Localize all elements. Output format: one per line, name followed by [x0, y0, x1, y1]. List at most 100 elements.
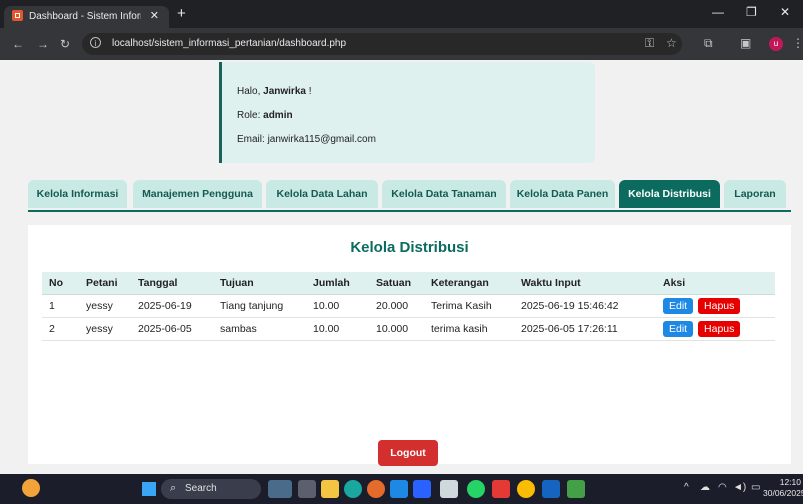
logout-button[interactable]: Logout [378, 440, 438, 466]
password-key-icon[interactable]: ⚿ [645, 36, 654, 51]
bookmark-star-icon[interactable]: ☆ [666, 36, 677, 50]
distribution-table: No Petani Tanggal Tujuan Jumlah Satuan K… [42, 272, 775, 341]
table-cell: terima kasih [424, 317, 514, 341]
table-cell: yessy [79, 317, 131, 341]
table-cell: 2025-06-05 17:26:11 [514, 317, 656, 341]
table-cell: sambas [213, 317, 306, 341]
table-cell: yessy [79, 294, 131, 318]
profile-avatar[interactable]: u [769, 37, 783, 51]
table-cell: Tiang tanjung [213, 294, 306, 318]
action-cell: Edit Hapus [656, 317, 775, 341]
action-cell: Edit Hapus [656, 294, 775, 318]
taskbar-search[interactable]: ⌕ Search [161, 479, 261, 499]
browser-tab-bar: Dashboard - Sistem Informasi Pertanian ✕… [0, 0, 803, 28]
close-window-icon[interactable]: ✕ [780, 5, 790, 19]
chrome-icon[interactable] [517, 480, 535, 498]
user-email: janwirka115@gmail.com [267, 134, 376, 145]
edge-icon[interactable] [344, 480, 362, 498]
table-cell: 2025-06-19 [131, 294, 213, 318]
column-header: Satuan [369, 272, 424, 295]
delete-button[interactable]: Hapus [698, 298, 741, 314]
tab-laporan[interactable]: Laporan [724, 180, 786, 208]
windows-start-icon[interactable] [142, 482, 156, 496]
column-header: Keterangan [424, 272, 514, 295]
file-explorer-icon[interactable] [321, 480, 339, 498]
tab-manajemen-pengguna[interactable]: Manajemen Pengguna [133, 180, 262, 208]
tab-kelola-informasi[interactable]: Kelola Informasi [28, 180, 127, 208]
url-text: localhost/sistem_informasi_pertanian/das… [112, 38, 347, 49]
content-panel: Kelola Distribusi No Petani Tanggal Tuju… [28, 225, 791, 464]
table-cell: 1 [42, 294, 79, 318]
xampp-icon[interactable] [492, 480, 510, 498]
onedrive-icon[interactable]: ☁ [700, 482, 710, 493]
site-favicon-icon [12, 10, 23, 21]
tab-kelola-data-tanaman[interactable]: Kelola Data Tanaman [382, 180, 506, 208]
browser-toolbar: ← → ↻ i localhost/sistem_informasi_perta… [0, 28, 803, 60]
battery-icon[interactable]: ▭ [751, 482, 760, 493]
edit-button[interactable]: Edit [663, 321, 694, 337]
browser-tab[interactable]: Dashboard - Sistem Informasi Pertanian ✕ [4, 6, 169, 28]
maximize-icon[interactable]: ❐ [746, 5, 757, 19]
nav-tabs: Kelola Informasi Manajemen Pengguna Kelo… [28, 180, 791, 212]
extensions-icon[interactable]: ⧉ [704, 36, 713, 51]
table-cell: 10.000 [369, 317, 424, 341]
vscode-icon[interactable] [413, 480, 431, 498]
back-icon[interactable]: ← [12, 37, 24, 51]
firefox-icon[interactable] [367, 480, 385, 498]
new-tab-icon[interactable]: + [177, 5, 186, 22]
wifi-icon[interactable]: ◠ [718, 482, 727, 493]
app-icon[interactable] [567, 480, 585, 498]
table-cell: 20.000 [369, 294, 424, 318]
close-tab-icon[interactable]: ✕ [150, 9, 159, 22]
user-info-card: Halo, Janwirka ! Role: admin Email: janw… [219, 62, 595, 163]
widgets-icon[interactable] [298, 480, 316, 498]
table-cell: 2025-06-19 15:46:42 [514, 294, 656, 318]
taskbar: ⌕ Search ^ ☁ ◠ ◄) ▭ 12:10 30/06/2025 [0, 474, 803, 504]
table-cell: 2025-06-05 [131, 317, 213, 341]
table-cell: 10.00 [306, 294, 369, 318]
table-cell: 10.00 [306, 317, 369, 341]
browser-menu-icon[interactable]: ⋮ [792, 36, 803, 50]
page: Halo, Janwirka ! Role: admin Email: janw… [0, 60, 803, 466]
site-info-icon[interactable]: i [90, 37, 101, 48]
greeting-line: Halo, Janwirka ! [237, 86, 312, 97]
table-cell: Terima Kasih [424, 294, 514, 318]
tab-kelola-distribusi[interactable]: Kelola Distribusi [619, 180, 720, 208]
whatsapp-icon[interactable] [467, 480, 485, 498]
edit-button[interactable]: Edit [663, 298, 694, 314]
side-panel-icon[interactable]: ▣ [740, 36, 751, 50]
browser-tab-title: Dashboard - Sistem Informasi Pertanian [29, 11, 141, 22]
tab-kelola-data-lahan[interactable]: Kelola Data Lahan [266, 180, 378, 208]
column-header: Tujuan [213, 272, 306, 295]
user-role: admin [263, 110, 293, 121]
column-header: Waktu Input [514, 272, 656, 295]
calculator-icon[interactable] [440, 480, 458, 498]
volume-icon[interactable]: ◄) [733, 482, 746, 493]
table-cell: 2 [42, 317, 79, 341]
column-header: No [42, 272, 79, 295]
tab-kelola-data-panen[interactable]: Kelola Data Panen [510, 180, 615, 208]
task-view-icon[interactable] [268, 480, 292, 498]
column-header: Tanggal [131, 272, 213, 295]
store-icon[interactable] [390, 480, 408, 498]
taskbar-clock[interactable]: 12:10 30/06/2025 [763, 477, 803, 499]
user-name: Janwirka [263, 86, 306, 97]
address-bar[interactable]: i localhost/sistem_informasi_pertanian/d… [82, 33, 682, 55]
table-row: 1 yessy 2025-06-19 Tiang tanjung 10.00 2… [42, 294, 775, 318]
email-line: Email: janwirka115@gmail.com [237, 134, 376, 145]
column-header: Petani [79, 272, 131, 295]
tray-overflow-icon[interactable]: ^ [684, 482, 689, 493]
table-row: 2 yessy 2025-06-05 sambas 10.00 10.000 t… [42, 317, 775, 341]
section-title: Kelola Distribusi [350, 239, 469, 256]
minimize-icon[interactable]: — [712, 5, 724, 19]
column-header: Aksi [656, 272, 775, 295]
search-icon: ⌕ [170, 482, 177, 494]
column-header: Jumlah [306, 272, 369, 295]
reload-icon[interactable]: ↻ [60, 37, 70, 51]
weather-widget-icon[interactable] [22, 479, 40, 497]
word-icon[interactable] [542, 480, 560, 498]
delete-button[interactable]: Hapus [698, 321, 741, 337]
role-line: Role: admin [237, 110, 293, 121]
forward-icon[interactable]: → [37, 37, 49, 51]
table-header-row: No Petani Tanggal Tujuan Jumlah Satuan K… [42, 272, 775, 295]
